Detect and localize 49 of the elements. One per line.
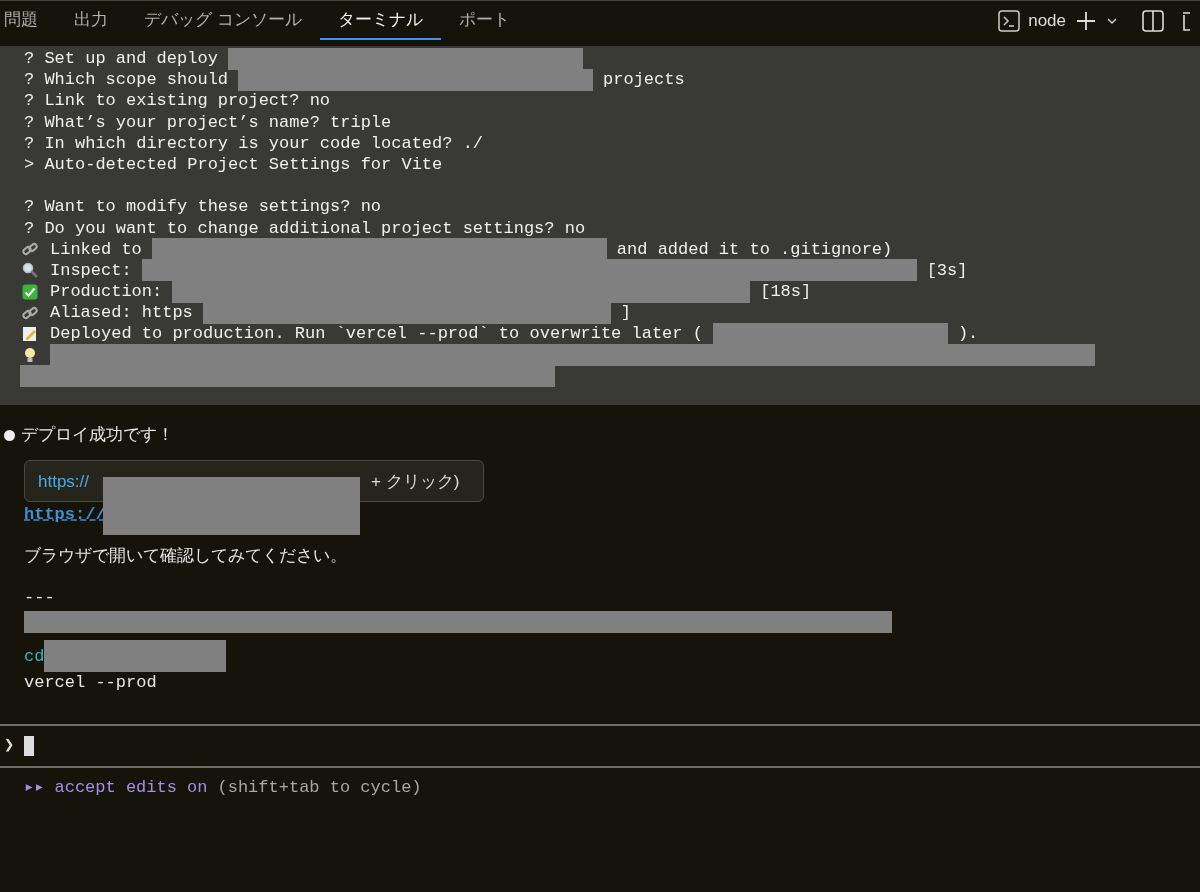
command-keyword: cd xyxy=(24,645,45,667)
output-text: Aliased: https xyxy=(50,302,193,324)
plus-icon[interactable] xyxy=(1076,10,1096,31)
output-text: Linked to xyxy=(50,238,142,260)
output-text: ? Link to existing project? no xyxy=(24,90,331,112)
output-text: Deployed to production. Run `vercel --prod` to overwrite later ( xyxy=(50,323,703,345)
deploy-link[interactable]: https:// xyxy=(24,503,106,525)
command-text: vercel --prod xyxy=(24,672,158,694)
output-text: > Auto-detected Project Settings for Vite xyxy=(24,153,443,176)
prompt-symbol: ❯ xyxy=(4,735,15,757)
memo-icon xyxy=(22,326,38,343)
output-text: [18s] xyxy=(760,281,812,303)
panel-tab[interactable]: ターミナル xyxy=(319,1,441,40)
checkmark-icon xyxy=(22,283,38,300)
output-text: ? What’s your project’s name? triple xyxy=(24,111,392,133)
output-text: [3s] xyxy=(926,259,968,282)
output-text: ? In which directory is your code located? ./ xyxy=(24,132,484,154)
output-text: Production: xyxy=(50,281,163,303)
output-text: ? Set up and deploy xyxy=(24,48,218,70)
output-text: ? Do you want to change additional project settings? no xyxy=(24,217,586,239)
panel-tab[interactable]: 出力 xyxy=(56,1,126,40)
terminal-icon xyxy=(998,9,1021,32)
prompt-input[interactable] xyxy=(24,735,35,756)
link-icon xyxy=(22,241,38,258)
bullet-icon xyxy=(4,430,15,442)
panel-tab[interactable]: デバッグ コンソール xyxy=(126,1,320,40)
split-icon[interactable] xyxy=(1142,9,1164,32)
panel-tab[interactable]: ポート xyxy=(440,1,528,40)
output-text: ). xyxy=(957,323,979,345)
output-text: ] xyxy=(620,302,632,324)
tooltip-link[interactable]: https:// xyxy=(38,470,90,492)
separator-text: --- xyxy=(24,588,56,609)
mode-hint: (shift+tab to cycle) xyxy=(217,777,422,799)
link-icon xyxy=(22,304,38,321)
mode-arrows: ▸▸ xyxy=(24,777,45,799)
output-text: Inspect: xyxy=(50,259,132,282)
output-text: ? Want to modify these settings? no xyxy=(24,196,382,218)
message-title: デプロイ成功です！ xyxy=(21,425,174,447)
mode-label: accept edits on xyxy=(54,777,208,799)
output-text: and added it to .gitignore) xyxy=(616,238,893,260)
tooltip-hint: + クリック) xyxy=(371,470,460,492)
panel-tab[interactable]: 問題 xyxy=(0,1,56,40)
terminal-selector[interactable]: node xyxy=(998,7,1066,34)
output-text: ? Which scope should xyxy=(24,69,229,91)
output-text: projects xyxy=(603,69,685,91)
lightbulb-icon xyxy=(24,347,36,364)
trash-icon[interactable] xyxy=(1182,9,1190,32)
instruction-text: ブラウザで開いて確認してみてください。 xyxy=(24,546,348,568)
magnifier-icon xyxy=(22,262,38,279)
